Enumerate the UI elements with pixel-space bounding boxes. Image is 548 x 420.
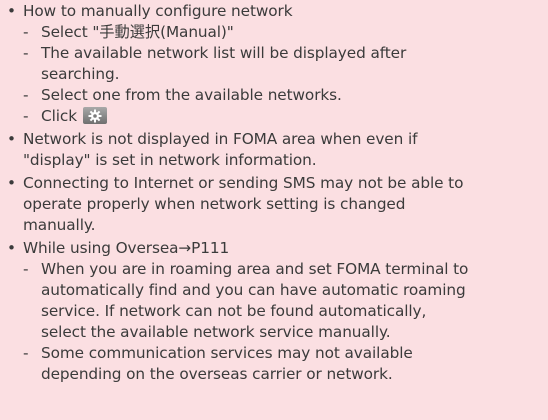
sub-item-roaming: - When you are in roaming area and set F…: [23, 259, 548, 343]
sub-text: select the available network service man…: [41, 323, 391, 341]
sub-text: searching.: [41, 65, 120, 83]
bullet-text: How to manually configure network: [23, 2, 293, 20]
sub-text: Select one from the available networks.: [41, 86, 342, 104]
bullet-text: manually.: [23, 216, 96, 234]
bullet-text: While using Oversea→P111: [23, 239, 230, 257]
bullet-glyph: •: [7, 130, 16, 148]
sub-text: depending on the overseas carrier or net…: [41, 365, 393, 383]
sub-line-click: Click: [41, 106, 548, 127]
bullet-item-internet-sms: • Connecting to Internet or sending SMS …: [5, 173, 548, 236]
dash-glyph: -: [23, 107, 29, 125]
gear-settings-icon: [82, 107, 107, 124]
bullet-text: Connecting to Internet or sending SMS ma…: [23, 174, 464, 192]
sub-text: When you are in roaming area and set FOM…: [41, 260, 469, 278]
bullet-text: "display" is set in network information.: [23, 151, 317, 169]
document-body: • How to manually configure network - Se…: [0, 0, 548, 420]
sub-item-select-manual: - Select "手動選択(Manual)": [23, 22, 548, 43]
bullet-text: Network is not displayed in FOMA area wh…: [23, 130, 418, 148]
dash-glyph: -: [23, 23, 29, 41]
sub-text: Some communication services may not avai…: [41, 344, 413, 362]
sub-text: Click: [41, 107, 77, 125]
dash-glyph: -: [23, 86, 29, 104]
bullet-glyph: •: [7, 239, 16, 257]
sub-text: Select "手動選択(Manual)": [41, 23, 234, 41]
bullet-glyph: •: [7, 174, 16, 192]
sub-item-list-displayed: - The available network list will be dis…: [23, 43, 548, 85]
dash-glyph: -: [23, 260, 29, 278]
bullet-text: operate properly when network setting is…: [23, 195, 406, 213]
sub-text: automatically find and you can have auto…: [41, 281, 466, 299]
dash-glyph: -: [23, 44, 29, 62]
bullet-item-oversea: • While using Oversea→P111 - When you ar…: [5, 238, 548, 385]
sub-item-select-network: - Select one from the available networks…: [23, 85, 548, 106]
sub-text: service. If network can not be found aut…: [41, 302, 427, 320]
bullet-glyph: •: [7, 2, 16, 20]
bullet-item-foma-area: • Network is not displayed in FOMA area …: [5, 129, 548, 171]
sub-item-communication-services: - Some communication services may not av…: [23, 343, 548, 385]
sub-item-click: - Click: [23, 106, 548, 127]
dash-glyph: -: [23, 344, 29, 362]
bullet-item-manual-config: • How to manually configure network - Se…: [5, 1, 548, 127]
sub-text: The available network list will be displ…: [41, 44, 407, 62]
